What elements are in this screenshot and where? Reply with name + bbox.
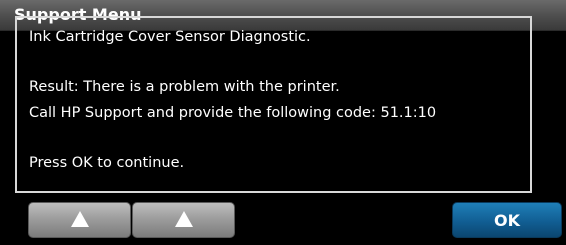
continue-prompt-text: Press OK to continue. [29, 155, 185, 171]
message-box: Ink Cartridge Cover Sensor Diagnostic. R… [15, 16, 532, 193]
ok-button[interactable]: OK [452, 202, 562, 238]
scroll-up-button-2[interactable] [132, 202, 235, 238]
result-text: Result: There is a problem with the prin… [29, 79, 340, 95]
diagnostic-name-text: Ink Cartridge Cover Sensor Diagnostic. [29, 29, 311, 45]
up-triangle-icon [174, 211, 193, 227]
up-triangle-icon [70, 211, 89, 227]
ok-button-label: OK [494, 211, 520, 230]
scroll-up-button-1[interactable] [28, 202, 131, 238]
support-menu-screen: Support Menu Ink Cartridge Cover Sensor … [0, 0, 566, 245]
support-code-text: Call HP Support and provide the followin… [29, 105, 437, 121]
